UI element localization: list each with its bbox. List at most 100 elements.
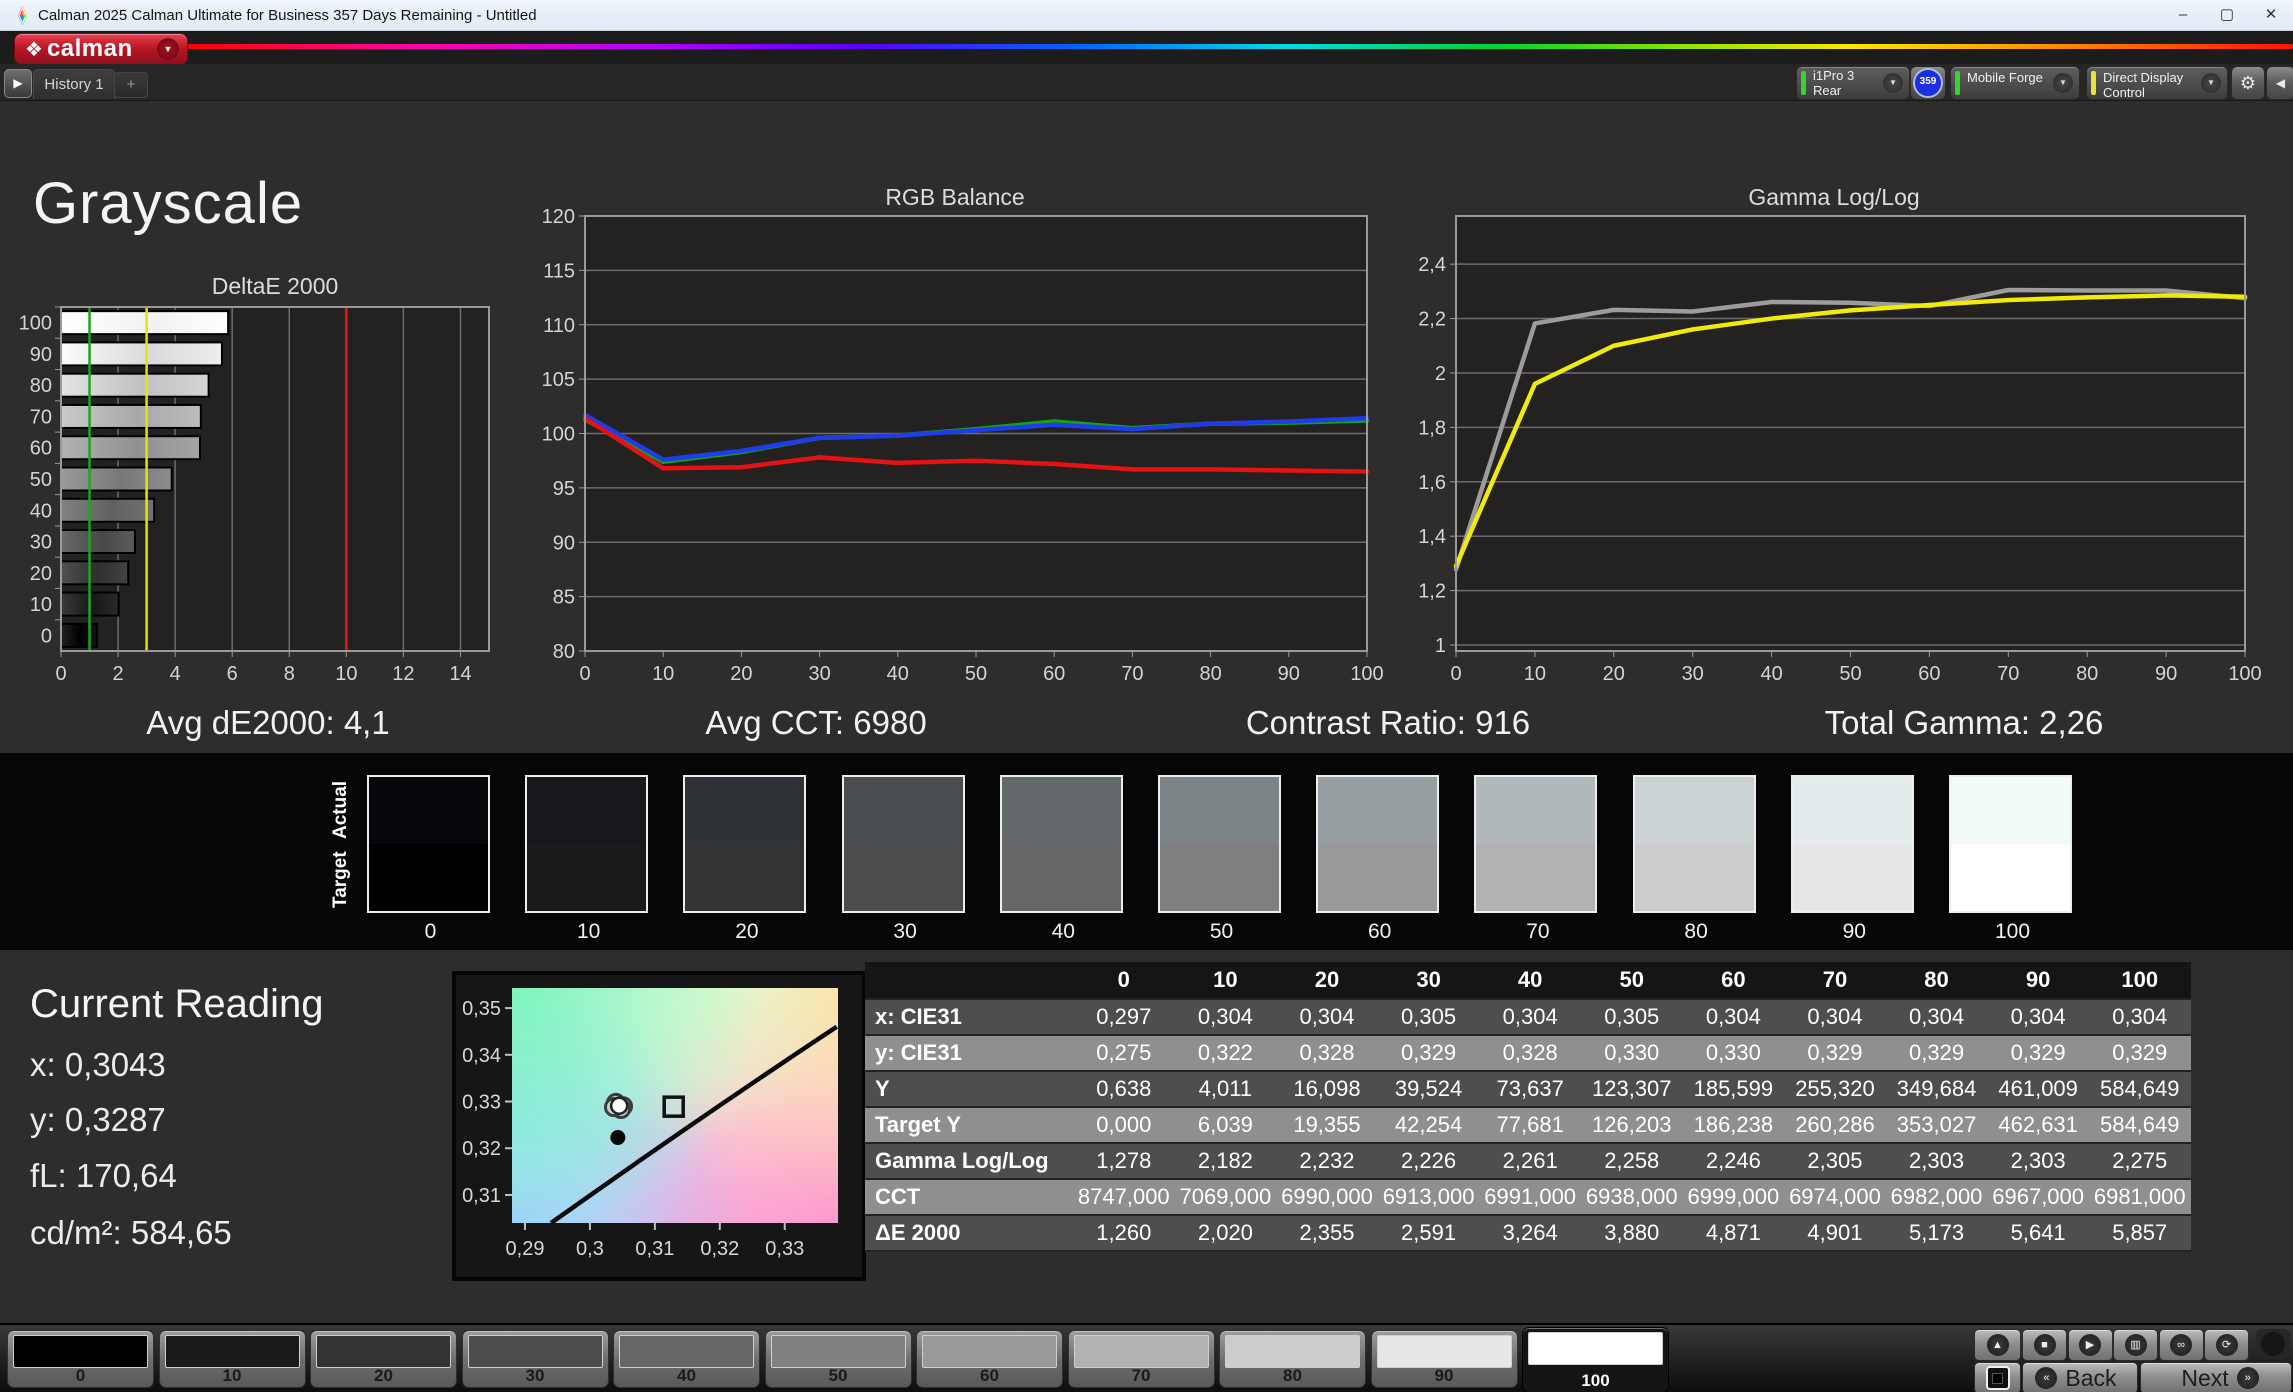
pattern-button-80[interactable]: 80 <box>1219 1330 1366 1388</box>
svg-text:40: 40 <box>887 663 909 685</box>
pattern-button-20[interactable]: 20 <box>310 1330 457 1388</box>
table-cell-60: 186,238 <box>1682 1108 1785 1144</box>
target-swatch <box>527 844 647 911</box>
table-cell-50: 126,203 <box>1580 1108 1683 1144</box>
minimize-icon[interactable]: – <box>2161 0 2205 30</box>
pattern-button-0[interactable]: 0 <box>7 1330 154 1388</box>
table-cell-10: 0,304 <box>1174 1000 1277 1036</box>
back-button[interactable]: « Back <box>2022 1362 2138 1392</box>
pattern-level-label: 30 <box>525 1366 545 1385</box>
actual-swatch <box>1951 777 2070 844</box>
svg-text:2,4: 2,4 <box>1418 254 1446 276</box>
source-dropdown[interactable]: Mobile Forge ▼ <box>1950 66 2080 100</box>
table-cell-50: 2,258 <box>1580 1144 1683 1180</box>
display-control-dropdown[interactable]: Direct Display Control ▼ <box>2086 66 2228 100</box>
table-cell-30: 42,254 <box>1377 1108 1480 1144</box>
svg-text:115: 115 <box>543 260 575 282</box>
pattern-color-patch <box>164 1335 300 1368</box>
table-cell-100: 5,857 <box>2088 1216 2191 1252</box>
collapse-panel-button[interactable]: ◀ <box>2266 66 2293 100</box>
table-cell-40: 2,261 <box>1479 1144 1581 1180</box>
pattern-button-70[interactable]: 70 <box>1067 1330 1215 1388</box>
table-cell-90: 6967,000 <box>1987 1180 2089 1216</box>
table-cell-30: 0,305 <box>1377 1000 1480 1036</box>
calman-menu-button[interactable]: ❖ calman ▼ <box>14 33 188 65</box>
tab-history-1[interactable]: History 1 <box>33 69 115 99</box>
table-cell-50: 3,880 <box>1580 1216 1683 1252</box>
svg-text:100: 100 <box>19 313 52 335</box>
table-col-header-80: 80 <box>1885 962 1988 1000</box>
svg-text:0: 0 <box>41 625 52 647</box>
meter-line2: Rear Projector <box>1813 83 1865 99</box>
pattern-button-10[interactable]: 10 <box>158 1330 306 1388</box>
next-button[interactable]: Next » <box>2140 1362 2292 1392</box>
meter-dropdown[interactable]: X-Rite i1Pro 3 Rear Projector ▼ <box>1796 66 1910 100</box>
pattern-button-50[interactable]: 50 <box>764 1330 912 1388</box>
history-nav-button[interactable]: ▶ <box>4 69 32 98</box>
pattern-bar: 0 10 20 30 40 50 60 70 80 90 100 ▲ ■ ▶ ▥ ∞ ⟳ « Back Ne… <box>0 1323 2293 1392</box>
current-reading-cdm2: cd/m²: 584,65 <box>30 1214 232 1251</box>
svg-text:Gamma Log/Log: Gamma Log/Log <box>1748 185 1919 210</box>
table-col-header-90: 90 <box>1987 962 2089 1000</box>
table-cell-20: 6990,000 <box>1276 1180 1378 1216</box>
table-cell-0: 0,297 <box>1073 1000 1175 1036</box>
table-cell-20: 2,355 <box>1276 1216 1378 1252</box>
refresh-button[interactable]: ⟳ <box>2204 1329 2249 1361</box>
target-swatch <box>1634 844 1754 911</box>
svg-text:10: 10 <box>1524 663 1546 685</box>
pattern-up-button[interactable]: ▲ <box>1974 1329 2021 1361</box>
svg-text:0: 0 <box>579 663 590 685</box>
table-cell-50: 123,307 <box>1580 1072 1683 1108</box>
svg-text:0: 0 <box>1450 663 1461 685</box>
swatch-level-label: 20 <box>735 920 759 943</box>
table-cell-60: 185,599 <box>1682 1072 1785 1108</box>
table-cell-90: 0,304 <box>1987 1000 2089 1036</box>
avg-de2000-value: Avg dE2000: 4,1 <box>146 704 390 741</box>
actual-swatch <box>369 777 488 844</box>
table-cell-40: 77,681 <box>1479 1108 1581 1144</box>
pattern-button-40[interactable]: 40 <box>613 1330 760 1388</box>
table-row-label: Y <box>865 1072 1073 1108</box>
grayscale-swatch-80: 80 <box>1632 775 1756 943</box>
current-reading-y: y: 0,3287 <box>30 1101 166 1138</box>
add-tab-button[interactable]: + <box>114 72 148 98</box>
svg-text:60: 60 <box>30 438 52 460</box>
gamma-loglog-chart: Gamma Log/Log 2,4 2,2 2 1,8 1,6 1,4 1,2 10 10 20 30… <box>1418 185 2262 685</box>
target-swatch <box>1318 844 1438 911</box>
settings-button[interactable]: ⚙ <box>2231 66 2265 100</box>
pattern-button-100[interactable]: 100 <box>1522 1327 1669 1392</box>
svg-text:1: 1 <box>1435 635 1446 657</box>
table-cell-20: 16,098 <box>1276 1072 1378 1108</box>
target-swatch <box>1792 844 1912 911</box>
svg-text:70: 70 <box>30 406 52 428</box>
stop-button[interactable]: ■ <box>2022 1329 2067 1361</box>
svg-text:50: 50 <box>965 663 987 685</box>
table-cell-0: 1,260 <box>1073 1216 1175 1252</box>
pattern-button-30[interactable]: 30 <box>461 1330 609 1388</box>
table-cell-70: 0,304 <box>1784 1000 1886 1036</box>
pattern-level-label: 20 <box>374 1366 393 1385</box>
chevron-down-icon: ▼ <box>1883 73 1903 93</box>
table-cell-60: 0,304 <box>1682 1000 1785 1036</box>
app-icon <box>18 6 27 25</box>
calman-wordmark: calman <box>46 35 133 62</box>
single-pattern-button[interactable]: ▥ <box>2113 1329 2158 1361</box>
close-icon[interactable]: ✕ <box>2249 0 2293 30</box>
chevron-down-icon: ▼ <box>2053 73 2073 93</box>
pattern-button-90[interactable]: 90 <box>1370 1330 1518 1388</box>
pattern-window-button[interactable] <box>1974 1362 2021 1392</box>
meter-count-button[interactable]: 359 <box>1910 66 1946 100</box>
meter-line1: X-Rite i1Pro 3 <box>1813 67 1855 83</box>
pattern-level-label: 10 <box>222 1366 242 1385</box>
pattern-level-label: 50 <box>828 1366 848 1385</box>
grayscale-swatch-50: 50 <box>1158 775 1281 943</box>
svg-text:0,32: 0,32 <box>462 1138 501 1160</box>
table-cell-40: 3,264 <box>1479 1216 1581 1252</box>
table-cell-70: 0,329 <box>1784 1036 1886 1072</box>
continuous-button[interactable]: ∞ <box>2158 1329 2204 1361</box>
svg-text:120: 120 <box>542 206 575 228</box>
maximize-icon[interactable]: ▢ <box>2205 0 2249 30</box>
play-button[interactable]: ▶ <box>2067 1329 2113 1361</box>
pattern-level-label: 90 <box>1434 1366 1454 1385</box>
pattern-button-60[interactable]: 60 <box>916 1330 1063 1388</box>
